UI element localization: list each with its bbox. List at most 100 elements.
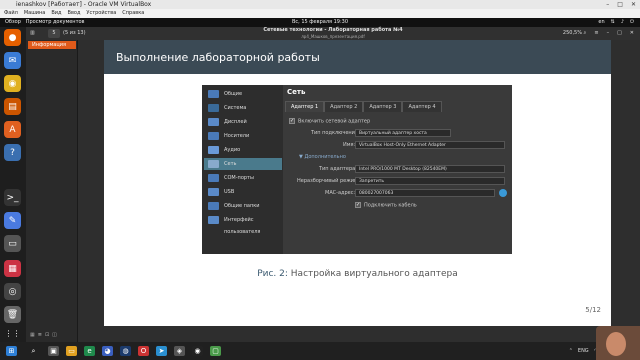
settings-sidebar: Общие Система Дисплей Носители Аудио Сет…: [202, 85, 283, 254]
adapter-type-select: Intel PRO/1000 MT Desktop (82540EM): [355, 165, 505, 173]
taskview-icon[interactable]: ▣: [48, 346, 59, 356]
power-icon[interactable]: ⏻: [630, 18, 634, 27]
tab-adapter-1: Адаптер 1: [285, 101, 325, 112]
promisc-select: Запретить: [355, 177, 505, 185]
settings-item-ui: Интерфейс пользователя: [204, 214, 282, 235]
settings-item-storage: Носители: [204, 130, 282, 142]
outline-icon[interactable]: ≣: [38, 332, 42, 338]
settings-title: Сеть: [287, 88, 306, 96]
disc-icon[interactable]: ◎: [4, 283, 21, 300]
name-select: VirtualBox Host-Only Ethernet Adapter: [355, 141, 505, 149]
network-settings-screenshot: Общие Система Дисплей Носители Аудио Сет…: [202, 85, 512, 254]
settings-item-shared-folders: Общие папки: [204, 200, 282, 212]
rhythmbox-icon[interactable]: ◉: [4, 75, 21, 92]
thunderbird-icon[interactable]: ✉: [4, 52, 21, 69]
settings-item-audio: Аудио: [204, 144, 282, 156]
attach-label: Тип подключения:: [311, 130, 360, 136]
terminal-icon[interactable]: >_: [4, 189, 21, 206]
document-title: Сетевые технологии - Лабораторная работа…: [263, 27, 403, 33]
search-icon[interactable]: ⌕: [584, 27, 587, 40]
checkbox-icon: ✓: [355, 202, 361, 208]
settings-item-usb: USB: [204, 186, 282, 198]
slide-page: Выполнение лабораторной работы Общие Сис…: [104, 40, 611, 326]
tab-adapter-3: Адаптер 3: [363, 101, 403, 112]
promisc-label: Неразборчивый режим:: [297, 178, 360, 184]
settings-item-system: Система: [204, 102, 282, 114]
webcam-overlay: [596, 326, 640, 360]
explorer-icon[interactable]: ▭: [66, 346, 77, 356]
settings-item-display: Дисплей: [204, 116, 282, 128]
close-icon[interactable]: ✕: [630, 27, 634, 40]
tab-adapter-4: Адаптер 4: [402, 101, 442, 112]
checkbox-icon: ✓: [289, 118, 295, 124]
minimize-icon[interactable]: –: [606, 0, 609, 9]
virtualbox-icon[interactable]: ▢: [210, 346, 221, 356]
lang-indicator[interactable]: en: [598, 18, 604, 27]
settings-main: Сеть Адаптер 1 Адаптер 2 Адаптер 3 Адапт…: [283, 85, 512, 254]
tab-adapter-2: Адаптер 2: [324, 101, 364, 112]
vbox-menubar: Файл Машина Вид Ввод Устройства Справка: [0, 9, 640, 18]
opera-icon[interactable]: O: [138, 346, 149, 356]
layers-icon[interactable]: ◫: [52, 332, 57, 338]
settings-item-general: Общие: [204, 88, 282, 100]
software-icon[interactable]: A: [4, 121, 21, 138]
search-icon[interactable]: ⌕: [28, 346, 39, 356]
menu-file[interactable]: Файл: [4, 9, 18, 18]
menu-icon[interactable]: ≡: [594, 27, 598, 40]
menu-input[interactable]: Ввод: [68, 9, 81, 18]
trash-icon[interactable]: 🗑: [4, 306, 21, 323]
taskbar: ⊞ ⌕ ▣ ▭ e ◕ ◍ O ➤ ◈ ◉ ▢ ⌃ ENG ◠ ♪ ▭: [0, 342, 640, 360]
adapter-type-label: Тип адаптера:: [319, 166, 357, 172]
enable-adapter-row: ✓ Включить сетевой адаптер: [289, 118, 371, 125]
menu-help[interactable]: Справка: [122, 9, 144, 18]
telegram-icon[interactable]: ➤: [156, 346, 167, 356]
attach-select: Виртуальный адаптер хоста: [355, 129, 451, 137]
show-apps-icon[interactable]: ⋮⋮: [4, 327, 21, 339]
text-editor-icon[interactable]: ✎: [4, 212, 21, 229]
discord-icon[interactable]: ◕: [102, 346, 113, 356]
tray-chevron-icon[interactable]: ⌃: [569, 346, 573, 356]
keyboard-lang[interactable]: ENG: [578, 346, 589, 356]
app-icon[interactable]: ◈: [174, 346, 185, 356]
menu-machine[interactable]: Машина: [24, 9, 46, 18]
settings-item-network: Сеть: [204, 158, 282, 170]
clock[interactable]: Вс, 15 февраля 19:30: [0, 18, 640, 27]
menu-view[interactable]: Вид: [51, 9, 61, 18]
menu-devices[interactable]: Устройства: [86, 9, 116, 18]
minimize-icon[interactable]: –: [607, 27, 610, 40]
settings-item-serial: COM-порты: [204, 172, 282, 184]
name-label: Имя:: [343, 142, 356, 148]
window-title: ienashkov [Работает] - Oracle VM Virtual…: [16, 1, 152, 8]
dock: ● ✉ ◉ ▤ A ? >_ ✎ ▭ ▦ ◎ 🗑 ⋮⋮: [0, 27, 26, 342]
files-icon[interactable]: ▭: [4, 235, 21, 252]
slide-page-number: 5/12: [585, 306, 601, 314]
zoom-level[interactable]: 250,5%: [563, 27, 582, 40]
thumbnails-icon[interactable]: ▦: [30, 332, 35, 338]
volume-icon[interactable]: ♪: [621, 18, 624, 27]
refresh-icon: [499, 189, 507, 197]
maximize-icon[interactable]: □: [617, 27, 622, 40]
mac-field: 080027007063: [355, 189, 495, 197]
cable-row: ✓ Подключить кабель: [355, 202, 417, 209]
slide-header: Выполнение лабораторной работы: [104, 40, 611, 74]
steam-icon[interactable]: ◍: [120, 346, 131, 356]
attachments-icon[interactable]: ⊡: [45, 332, 49, 338]
sidebar-tab-info[interactable]: Информация: [28, 41, 76, 49]
viewer-sidebar: Информация ▦ ≣ ⊡ ◫: [26, 40, 78, 342]
mac-label: MAC-адрес:: [325, 190, 356, 196]
help-icon[interactable]: ?: [4, 144, 21, 161]
edge-icon[interactable]: e: [84, 346, 95, 356]
start-icon[interactable]: ⊞: [6, 346, 17, 356]
adapter-tabs: Адаптер 1 Адаптер 2 Адаптер 3 Адаптер 4: [285, 101, 442, 112]
close-icon[interactable]: ✕: [631, 0, 636, 9]
network-icon[interactable]: ⇅: [611, 18, 615, 27]
figure-caption: Рис. 2: Настройка виртуального адаптера: [257, 269, 458, 279]
obs-icon[interactable]: ◉: [192, 346, 203, 356]
document-viewer-icon[interactable]: ▦: [4, 260, 21, 277]
firefox-icon[interactable]: ●: [4, 29, 21, 46]
gnome-topbar: Обзор Просмотр документов Вс, 15 февраля…: [0, 18, 640, 27]
maximize-icon[interactable]: □: [617, 0, 623, 9]
advanced-toggle: ▼ Дополнительно: [299, 154, 346, 160]
window-titlebar: ienashkov [Работает] - Oracle VM Virtual…: [0, 0, 640, 9]
writer-icon[interactable]: ▤: [4, 98, 21, 115]
